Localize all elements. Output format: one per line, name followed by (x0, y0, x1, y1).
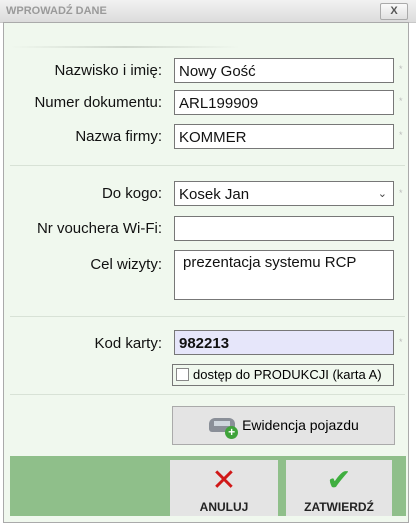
chevron-down-icon: ⌄ (377, 188, 387, 200)
required-mark: * (399, 130, 403, 140)
checkmark-icon: ✔ (326, 464, 352, 497)
production-access-checkbox-row[interactable]: dostęp do PRODUKCJI (karta A) (172, 364, 394, 386)
required-mark: * (399, 64, 403, 74)
cancel-label: ANULUJ (199, 500, 249, 514)
purpose-label: Cel wizyty: (90, 256, 162, 273)
car-add-icon: + (208, 414, 239, 440)
company-input[interactable]: KOMMER (174, 124, 394, 149)
confirm-label: ZATWIERDŹ (304, 500, 374, 514)
required-mark: * (399, 337, 403, 347)
close-button[interactable]: X (380, 3, 408, 20)
voucher-input[interactable] (174, 216, 394, 241)
vehicle-register-button[interactable]: + Ewidencja pojazdu (172, 406, 395, 445)
checkbox[interactable] (176, 368, 189, 381)
card-input[interactable]: 982213 (174, 330, 394, 355)
cancel-x-icon: ✕ (211, 464, 237, 497)
to-whom-select[interactable]: Kosek Jan ⌄ (174, 181, 394, 206)
required-mark: * (399, 188, 403, 198)
to-whom-label: Do kogo: (101, 185, 162, 202)
divider (10, 316, 405, 317)
window-title: WPROWADŹ DANE (6, 5, 107, 17)
production-access-label: dostęp do PRODUKCJI (karta A) (193, 367, 382, 382)
vehicle-register-label: Ewidencja pojazdu (242, 417, 359, 433)
document-label: Numer dokumentu: (34, 94, 162, 111)
confirm-button[interactable]: ✔ ZATWIERDŹ (286, 460, 392, 516)
divider (10, 394, 405, 395)
purpose-textarea[interactable]: prezentacja systemu RCP (174, 250, 394, 300)
cancel-button[interactable]: ✕ ANULUJ (170, 460, 278, 516)
name-label: Nazwisko i imię: (54, 62, 162, 79)
document-input[interactable]: ARL199909 (174, 90, 394, 115)
required-mark: * (399, 96, 403, 106)
company-label: Nazwa firmy: (75, 128, 162, 145)
name-input[interactable]: Nowy Gość (174, 58, 394, 83)
title-bar: WPROWADŹ DANE X (0, 0, 416, 23)
card-label: Kod karty: (94, 335, 162, 352)
voucher-label: Nr vouchera Wi-Fi: (36, 220, 162, 237)
to-whom-value: Kosek Jan (179, 186, 250, 203)
divider (10, 46, 240, 48)
divider (10, 165, 405, 166)
